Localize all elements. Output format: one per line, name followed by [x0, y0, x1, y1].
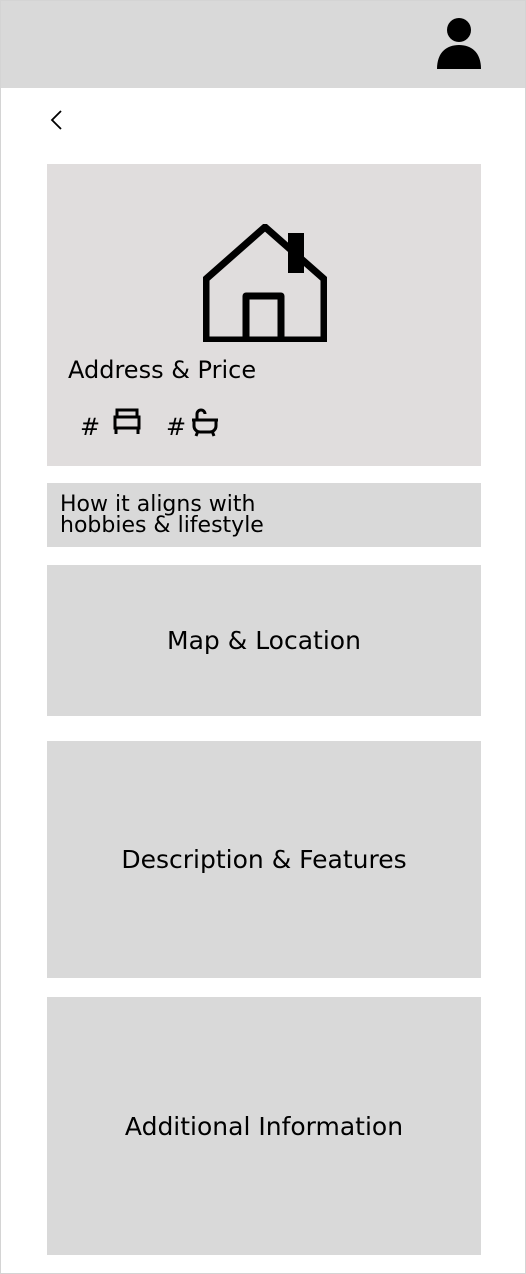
additional-information-card[interactable]: Additional Information — [47, 997, 481, 1255]
house-icon — [203, 224, 327, 342]
bed-icon — [113, 408, 141, 434]
description-features-label: Description & Features — [121, 845, 407, 874]
bed-count: # — [80, 413, 101, 441]
bathtub-icon — [192, 408, 218, 437]
hobbies-lifestyle-label: How it aligns with hobbies & lifestyle — [60, 492, 360, 538]
user-icon[interactable] — [435, 16, 483, 70]
description-features-card[interactable]: Description & Features — [47, 741, 481, 978]
hobbies-line-1: How it aligns with — [60, 492, 256, 517]
listing-hero-card[interactable]: Address & Price # # — [47, 164, 481, 466]
address-price-label: Address & Price — [68, 356, 257, 384]
bath-count: # — [166, 413, 187, 441]
app-header — [1, 1, 525, 88]
hobbies-lifestyle-card[interactable]: How it aligns with hobbies & lifestyle — [47, 483, 481, 547]
chevron-left-icon[interactable] — [44, 104, 72, 136]
hobbies-line-2: hobbies & lifestyle — [60, 513, 264, 538]
additional-information-label: Additional Information — [124, 1111, 404, 1141]
map-location-label: Map & Location — [167, 626, 361, 655]
map-location-card[interactable]: Map & Location — [47, 565, 481, 716]
